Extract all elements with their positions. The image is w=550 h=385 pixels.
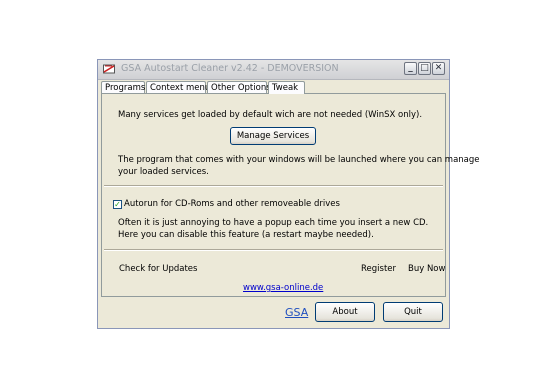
check-updates-link[interactable]: Check for Updates [119, 264, 197, 274]
website-link[interactable]: www.gsa-online.de [243, 283, 323, 293]
tab-tweak[interactable]: Tweak [268, 81, 305, 94]
close-button[interactable]: ✕ [432, 62, 445, 75]
title-bar[interactable]: GSA Autostart Cleaner v2.42 - DEMOVERSIO… [98, 60, 449, 80]
about-button[interactable]: About [315, 302, 375, 322]
tab-context-menu[interactable]: Context menu [146, 81, 210, 93]
buy-now-link[interactable]: Buy Now [408, 264, 445, 274]
minimize-button[interactable]: _ [404, 62, 417, 75]
autorun-checkbox-label[interactable]: Autorun for CD-Roms and other removeable… [124, 199, 340, 209]
maximize-icon: □ [420, 63, 429, 73]
gsa-link[interactable]: GSA [285, 306, 308, 319]
app-logo-icon [103, 64, 115, 74]
app-window: GSA Autostart Cleaner v2.42 - DEMOVERSIO… [97, 59, 480, 329]
window-title: GSA Autostart Cleaner v2.42 - DEMOVERSIO… [121, 63, 339, 74]
autorun-info-line1: Often it is just annoying to have a popu… [118, 218, 429, 228]
autorun-checkbox[interactable]: ✓ [113, 200, 122, 209]
quit-button[interactable]: Quit [383, 302, 443, 322]
services-description: Many services get loaded by default wich… [118, 110, 423, 120]
tweak-panel: Many services get loaded by default wich… [101, 93, 480, 297]
manage-services-button[interactable]: Manage Services [230, 127, 316, 145]
separator [104, 249, 443, 251]
register-link[interactable]: Register [361, 264, 396, 274]
close-icon: ✕ [434, 63, 443, 73]
maximize-button[interactable]: □ [418, 62, 431, 75]
services-info-line2: your loaded services. [118, 167, 209, 177]
tab-other-options[interactable]: Other Options [207, 81, 271, 93]
autorun-info-line2: Here you can disable this feature (a res… [118, 230, 374, 240]
minimize-icon: _ [408, 63, 413, 73]
tab-programs[interactable]: Programs [101, 81, 145, 93]
services-info-line1: The program that comes with your windows… [118, 155, 480, 165]
separator [104, 185, 443, 187]
